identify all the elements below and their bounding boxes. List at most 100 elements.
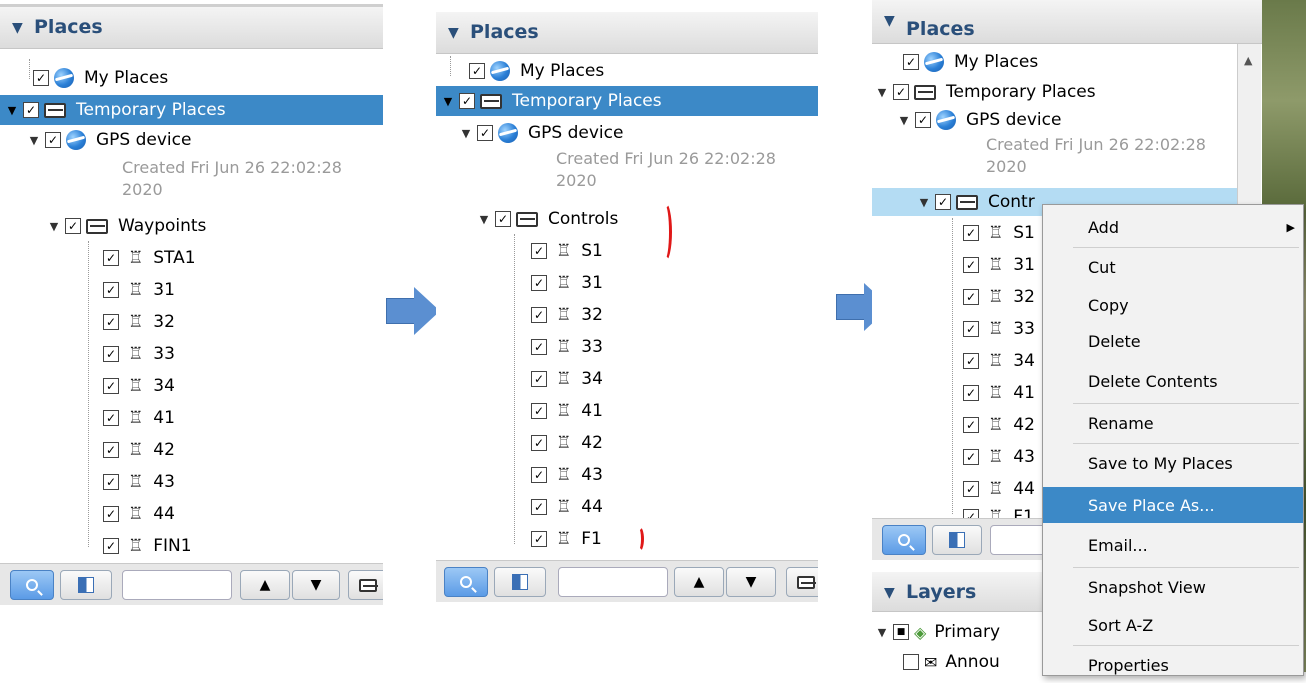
menu-item-delete-contents[interactable]: Delete Contents [1043,363,1303,399]
waypoint-item[interactable]: ✓ ♖ 32 [528,300,603,330]
expand-arrow-icon[interactable]: ▼ [26,134,42,147]
checkbox[interactable]: ✓ [531,371,547,387]
checkbox[interactable]: ✓ [963,353,979,369]
waypoint-item[interactable]: ✓ ♖ 42 [100,435,175,465]
checkbox[interactable]: ✓ [531,531,547,547]
collapse-triangle-icon[interactable]: ▼ [12,20,23,36]
expand-arrow-icon[interactable]: ▼ [458,127,474,140]
waypoint-item[interactable]: ✓ ♖ 43 [528,460,603,490]
search-input[interactable] [122,570,232,600]
layer-item[interactable]: ✓ ✉ Annou [900,648,1000,672]
places-header[interactable]: ▼ Places [0,7,383,49]
checkbox[interactable]: ✓ [903,654,919,670]
waypoint-item[interactable]: ✓ ♖ 33 [528,332,603,362]
expand-arrow-icon[interactable]: ▼ [440,95,456,108]
tree-item-temporary-places[interactable]: ▼ ✓ Temporary Places [0,95,383,125]
checkbox[interactable]: ✓ [103,378,119,394]
tree-item-folder[interactable]: ▼ ✓ Waypoints [46,211,366,241]
menu-item-copy[interactable]: Copy [1043,287,1303,323]
waypoint-item[interactable]: ✓ ♖ 33 [100,339,175,369]
waypoint-item[interactable]: ✓ ♖ 34 [100,371,175,401]
menu-item-snapshot-view[interactable]: Snapshot View [1043,569,1303,605]
checkbox[interactable]: ✓ [495,211,511,227]
checkbox[interactable]: ✓ [531,403,547,419]
collapse-triangle-icon[interactable]: ▼ [884,585,895,601]
checkbox[interactable]: ✓ [103,346,119,362]
menu-item-save-place-as[interactable]: Save Place As... [1043,487,1303,523]
checkbox[interactable]: ✓ [963,257,979,273]
checkbox[interactable]: ✓ [915,112,931,128]
collapse-triangle-icon[interactable]: ▼ [448,25,459,41]
tree-item-my-places[interactable]: ✓ My Places [884,48,1244,76]
waypoint-item[interactable]: ✓ ♖ 34 [528,364,603,394]
menu-item-properties[interactable]: Properties [1043,647,1303,683]
expand-arrow-icon[interactable]: ▼ [874,626,890,639]
checkbox[interactable]: ✓ [45,132,61,148]
panel-toggle-button[interactable] [932,525,982,555]
expand-arrow-icon[interactable]: ▼ [896,114,912,127]
checkbox[interactable]: ✓ [963,321,979,337]
checkbox[interactable]: ✓ [531,499,547,515]
checkbox[interactable]: ✓ [963,481,979,497]
expand-arrow-icon[interactable]: ▼ [874,86,890,99]
menu-item-rename[interactable]: Rename [1043,405,1303,441]
waypoint-item[interactable]: ✓ ♖ 44 [100,499,175,529]
waypoint-item[interactable]: ✓ ♖ 32 [100,307,175,337]
tree-item-my-places[interactable]: ✓ My Places [450,56,810,86]
search-input[interactable] [558,567,668,597]
expand-arrow-icon[interactable]: ▼ [916,196,932,209]
checkbox[interactable]: ✓ [469,63,485,79]
folder-button[interactable] [348,570,383,600]
checkbox[interactable]: ✓ [531,435,547,451]
checkbox[interactable]: ✓ [531,243,547,259]
checkbox[interactable]: ✓ [477,125,493,141]
tree-item-temporary-places[interactable]: ▼ ✓ Temporary Places [436,86,818,116]
panel-toggle-button[interactable] [494,567,546,597]
waypoint-item[interactable]: ✓ ♖ 41 [528,396,603,426]
expand-arrow-icon[interactable]: ▼ [476,213,492,226]
waypoint-item[interactable]: ✓ ♖ 34 [960,346,1035,376]
checkbox[interactable]: ✓ [103,506,119,522]
tree-item-my-places[interactable]: ✓ My Places [14,63,374,93]
checkbox[interactable]: ✓ [23,102,39,118]
tree-item-gps-device[interactable]: ▼ ✓ GPS device [896,106,1236,134]
tree-item-gps-device[interactable]: ▼ ✓ GPS device [458,118,798,148]
menu-item-cut[interactable]: Cut [1043,249,1303,285]
expand-arrow-icon[interactable]: ▼ [46,220,62,233]
search-button[interactable] [444,567,488,597]
waypoint-item[interactable]: ✓ ♖ 41 [960,378,1035,408]
tree-item-folder[interactable]: ▼ ✓ Controls [476,204,796,234]
move-up-button[interactable]: ▲ [674,567,724,597]
checkbox[interactable]: ✓ [963,225,979,241]
checkbox[interactable]: ✓ [935,194,951,210]
move-up-button[interactable]: ▲ [240,570,290,600]
checkbox[interactable]: ✓ [103,538,119,554]
waypoint-item[interactable]: ✓ ♖ 31 [960,250,1035,280]
panel-toggle-button[interactable] [60,570,112,600]
places-header[interactable]: ▼ Places [872,0,1262,44]
checkbox[interactable]: ✓ [893,84,909,100]
checkbox[interactable]: ✓ [963,417,979,433]
waypoint-item[interactable]: ✓ ♖ F1 [528,524,602,554]
checkbox[interactable]: ✓ [963,289,979,305]
checkbox[interactable]: ✓ [531,275,547,291]
collapse-triangle-icon[interactable]: ▼ [884,13,895,29]
waypoint-item[interactable]: ✓ ♖ FIN1 [100,531,192,561]
waypoint-item[interactable]: ✓ ♖ 44 [960,474,1035,504]
waypoint-item[interactable]: ✓ ♖ 32 [960,282,1035,312]
waypoint-item[interactable]: ✓ ♖ 31 [100,275,175,305]
waypoint-item[interactable]: ✓ ♖ STA1 [100,243,196,273]
checkbox[interactable]: ✓ [903,54,919,70]
waypoint-item[interactable]: ✓ ♖ 43 [960,442,1035,472]
move-down-button[interactable]: ▼ [726,567,776,597]
checkbox[interactable]: ✓ [103,474,119,490]
menu-item-email[interactable]: Email... [1043,527,1303,563]
waypoint-item[interactable]: ✓ ♖ 44 [528,492,603,522]
checkbox[interactable]: ✓ [65,218,81,234]
checkbox[interactable]: ✓ [963,449,979,465]
menu-item-add[interactable]: Add ▶ [1043,209,1303,245]
waypoint-item[interactable]: ✓ ♖ 31 [528,268,603,298]
menu-item-save-to-my-places[interactable]: Save to My Places [1043,445,1303,481]
menu-item-delete[interactable]: Delete [1043,323,1303,359]
waypoint-item[interactable]: ✓ ♖ 33 [960,314,1035,344]
